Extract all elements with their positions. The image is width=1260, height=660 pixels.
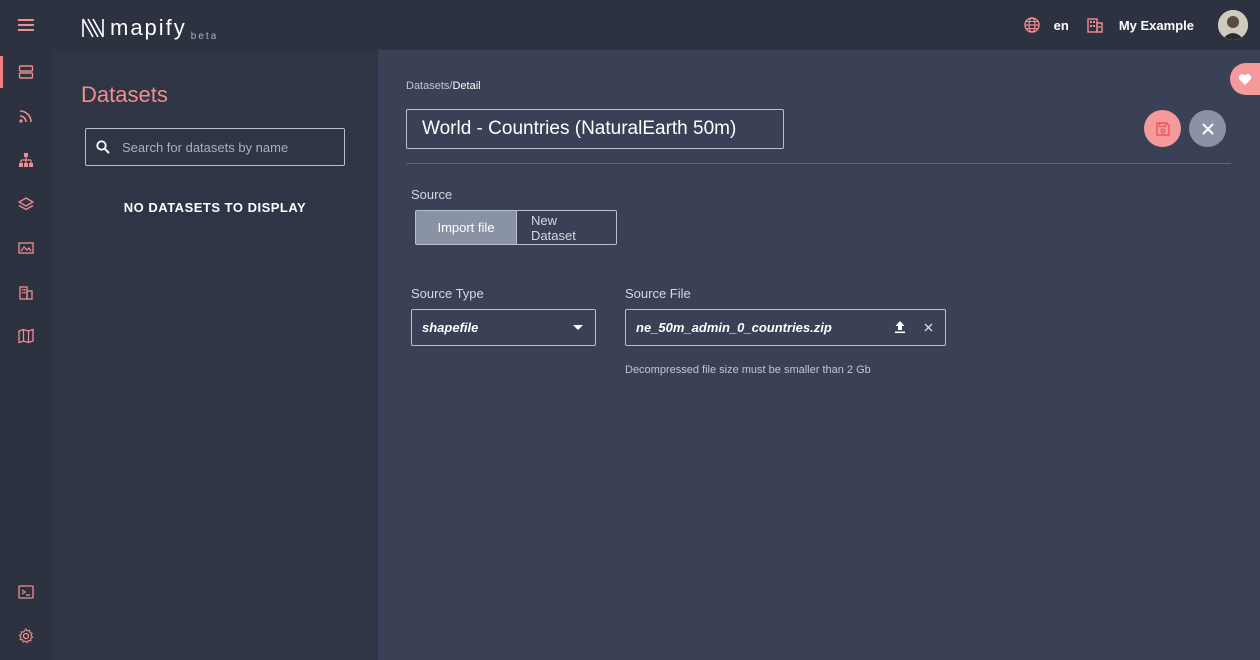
source-file-field[interactable]: ne_50m_admin_0_countries.zip [625,309,946,346]
favorite-tab[interactable] [1230,63,1260,95]
upload-icon[interactable] [894,320,906,334]
new-dataset-button[interactable]: New Dataset [517,211,616,244]
chevron-down-icon [573,325,583,330]
logo-mark-icon [82,18,104,38]
search-icon [96,140,110,154]
source-type-select[interactable]: shapefile [411,309,596,346]
search-input[interactable] [122,139,322,155]
organization-name[interactable]: My Example [1119,18,1194,33]
image-icon [18,242,34,254]
menu-button[interactable] [0,0,52,50]
search-box[interactable] [85,128,345,166]
dataset-name-input[interactable] [406,109,784,149]
navigation-rail [0,50,52,660]
rail-item-layers[interactable] [0,184,52,224]
buildings-icon [19,286,33,300]
rail-item-buildings[interactable] [0,272,52,312]
layers-icon [18,197,34,211]
user-avatar[interactable] [1218,10,1248,40]
logo-beta-tag: beta [190,31,219,42]
rail-item-images[interactable] [0,228,52,268]
rail-item-hierarchy[interactable] [0,140,52,180]
rail-item-datasets[interactable] [0,52,52,92]
source-toggle: Import file New Dataset [415,210,617,245]
close-button[interactable] [1189,110,1226,147]
file-size-hint: Decompressed file size must be smaller t… [625,364,871,376]
language-selector[interactable]: en [1054,18,1069,33]
feed-icon [19,110,32,123]
source-file-label: Source File [625,286,691,301]
logo-text: mapify [110,15,187,40]
source-label: Source [411,187,453,202]
divider [406,163,1231,164]
rail-item-settings[interactable] [0,616,52,656]
datasets-list-panel: Datasets NO DATASETS TO DISPLAY [52,50,378,660]
breadcrumb-current: Detail [452,80,481,92]
source-type-value: shapefile [422,320,479,335]
rail-item-feeds[interactable] [0,96,52,136]
empty-state-message: NO DATASETS TO DISPLAY [123,200,307,215]
source-file-value: ne_50m_admin_0_countries.zip [636,320,832,335]
panel-title: Datasets [81,82,168,107]
app-logo[interactable]: mapify beta [82,12,218,42]
import-file-button[interactable]: Import file [416,211,517,244]
rail-item-maps[interactable] [0,316,52,356]
close-icon [1201,122,1214,135]
save-icon [1155,121,1170,136]
map-icon [18,328,34,344]
top-bar: mapify beta en My Example [0,0,1260,50]
organization-icon[interactable] [1087,17,1103,33]
terminal-icon [18,585,34,599]
clear-icon[interactable] [924,323,933,332]
globe-icon[interactable] [1023,17,1040,33]
save-button[interactable] [1144,110,1181,147]
dataset-detail-panel: Datasets/Detail Source Import file New D… [378,50,1260,660]
hamburger-icon [18,19,34,31]
breadcrumb: Datasets/Detail [406,80,481,92]
hierarchy-icon [19,153,33,167]
avatar-icon [1218,10,1248,40]
breadcrumb-datasets[interactable]: Datasets [406,80,449,92]
rail-item-console[interactable] [0,572,52,612]
source-type-label: Source Type [411,286,484,301]
heart-icon [1238,73,1252,85]
gear-icon [18,628,34,644]
datasets-icon [18,65,34,79]
